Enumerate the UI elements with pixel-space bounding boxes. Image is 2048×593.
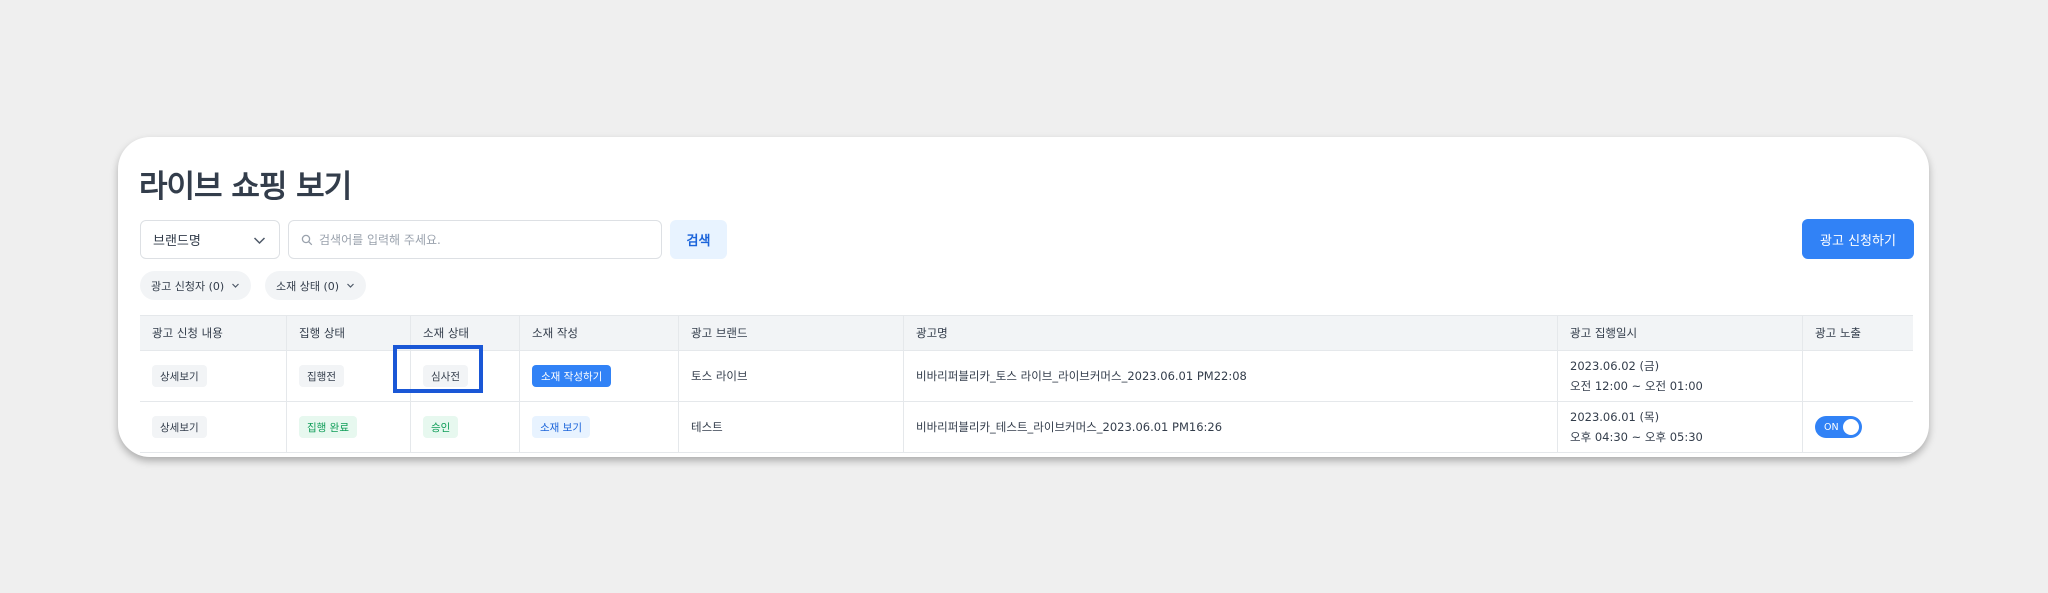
material-status-badge: 승인 <box>423 416 459 438</box>
date-line: 2023.06.01 (목) <box>1570 410 1660 424</box>
brand-cell: 테스트 <box>679 402 904 452</box>
focus-highlight-box <box>393 345 483 393</box>
search-icon <box>301 234 313 245</box>
header-cell: 광고 신청 내용 <box>140 316 287 350</box>
material-status-filter-chip[interactable]: 소재 상태 (0) <box>265 271 367 300</box>
time-line: 오후 04:30 ~ 오후 05:30 <box>1570 430 1703 444</box>
date-cell: 2023.06.02 (금) 오전 12:00 ~ 오전 01:00 <box>1558 351 1803 401</box>
header-cell: 소재 작성 <box>520 316 679 350</box>
header-cell: 광고 브랜드 <box>679 316 904 350</box>
apply-ad-button[interactable]: 광고 신청하기 <box>1802 219 1914 259</box>
page-title: 라이브 쇼핑 보기 <box>139 169 352 205</box>
detail-button[interactable]: 상세보기 <box>152 365 207 387</box>
brand-select-value: 브랜드명 <box>153 234 201 249</box>
header-cell: 광고 집행일시 <box>1558 316 1803 350</box>
detail-button[interactable]: 상세보기 <box>152 416 207 438</box>
applicant-filter-label: 광고 신청자 (0) <box>151 279 225 293</box>
toggle-label: ON <box>1824 421 1839 433</box>
chevron-down-icon <box>232 283 240 288</box>
exposure-cell <box>1803 351 1913 401</box>
material-status-filter-label: 소재 상태 (0) <box>276 279 340 293</box>
create-material-button[interactable]: 소재 작성하기 <box>532 365 612 387</box>
time-line: 오전 12:00 ~ 오전 01:00 <box>1570 379 1703 393</box>
date-line: 2023.06.02 (금) <box>1570 359 1660 373</box>
applicant-filter-chip[interactable]: 광고 신청자 (0) <box>140 271 252 300</box>
search-field[interactable] <box>288 220 662 259</box>
header-cell: 광고명 <box>904 316 1558 350</box>
chevron-down-icon <box>253 237 266 245</box>
exec-status-badge: 집행 완료 <box>299 416 357 438</box>
live-shopping-card: 라이브 쇼핑 보기 브랜드명 검색 광고 신청하기 광고 신청자 (0) 소재 … <box>118 137 1929 457</box>
view-material-button[interactable]: 소재 보기 <box>532 416 590 438</box>
toggle-knob <box>1843 419 1859 435</box>
date-cell: 2023.06.01 (목) 오후 04:30 ~ 오후 05:30 <box>1558 402 1803 452</box>
header-cell: 광고 노출 <box>1815 326 1861 340</box>
exposure-toggle[interactable]: ON <box>1815 416 1862 438</box>
search-button[interactable]: 검색 <box>670 220 727 259</box>
ad-name-cell: 비바리퍼블리카_토스 라이브_라이브커머스_2023.06.01 PM22:08 <box>904 351 1558 401</box>
brand-cell: 토스 라이브 <box>679 351 904 401</box>
exec-status-badge: 집행전 <box>299 365 344 387</box>
chevron-down-icon <box>347 283 354 288</box>
ad-name-cell: 비바리퍼블리카_테스트_라이브커머스_2023.06.01 PM16:26 <box>904 402 1558 452</box>
search-input[interactable] <box>319 232 649 247</box>
brand-select[interactable]: 브랜드명 <box>140 220 280 259</box>
table-row: 상세보기 집행 완료 승인 소재 보기 테스트 비바리퍼블리카_테스트_라이브커… <box>140 402 1913 453</box>
